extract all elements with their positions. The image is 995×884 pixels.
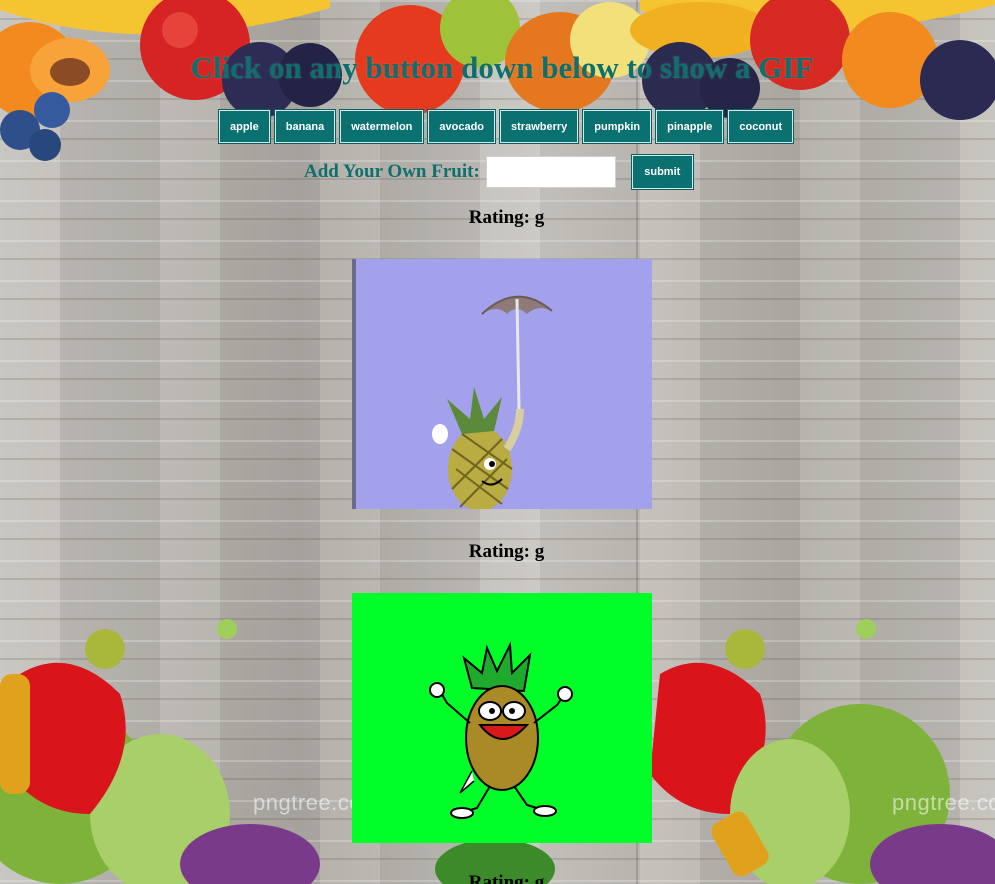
dancing-pineapple-gif[interactable] (352, 593, 652, 843)
watermelon-button[interactable]: watermelon (339, 109, 425, 144)
submit-button[interactable]: submit (630, 154, 694, 190)
apple-button[interactable]: apple (218, 109, 271, 144)
fruit-banner-decoration (0, 0, 995, 180)
pumpkin-button[interactable]: pumpkin (582, 109, 653, 144)
add-fruit-label: Add Your Own Fruit: (304, 161, 480, 182)
page-title: Click on any button down below to show a… (190, 50, 814, 85)
gif-rating: Rating: g (468, 207, 545, 228)
add-fruit-input[interactable] (485, 156, 616, 188)
add-fruit-form: Add Your Own Fruit: submit (304, 154, 694, 190)
coconut-button[interactable]: coconut (727, 109, 795, 144)
gif-rating: Rating: g (468, 541, 545, 562)
fruit-button-row: apple banana watermelon avocado strawber… (218, 109, 795, 144)
umbrella-pineapple-gif-art (352, 259, 652, 509)
fruit-banner-art (0, 0, 995, 161)
banana-button[interactable]: banana (273, 109, 337, 144)
watermark-text: pngtree.co (892, 790, 995, 815)
strawberry-button[interactable]: strawberry (499, 109, 580, 144)
dancing-pineapple-gif-art (352, 593, 652, 843)
avocado-button[interactable]: avocado (427, 109, 497, 144)
umbrella-pineapple-gif[interactable] (352, 259, 652, 509)
gif-rating: Rating: g (468, 872, 545, 884)
pinapple-button[interactable]: pinapple (655, 109, 725, 144)
